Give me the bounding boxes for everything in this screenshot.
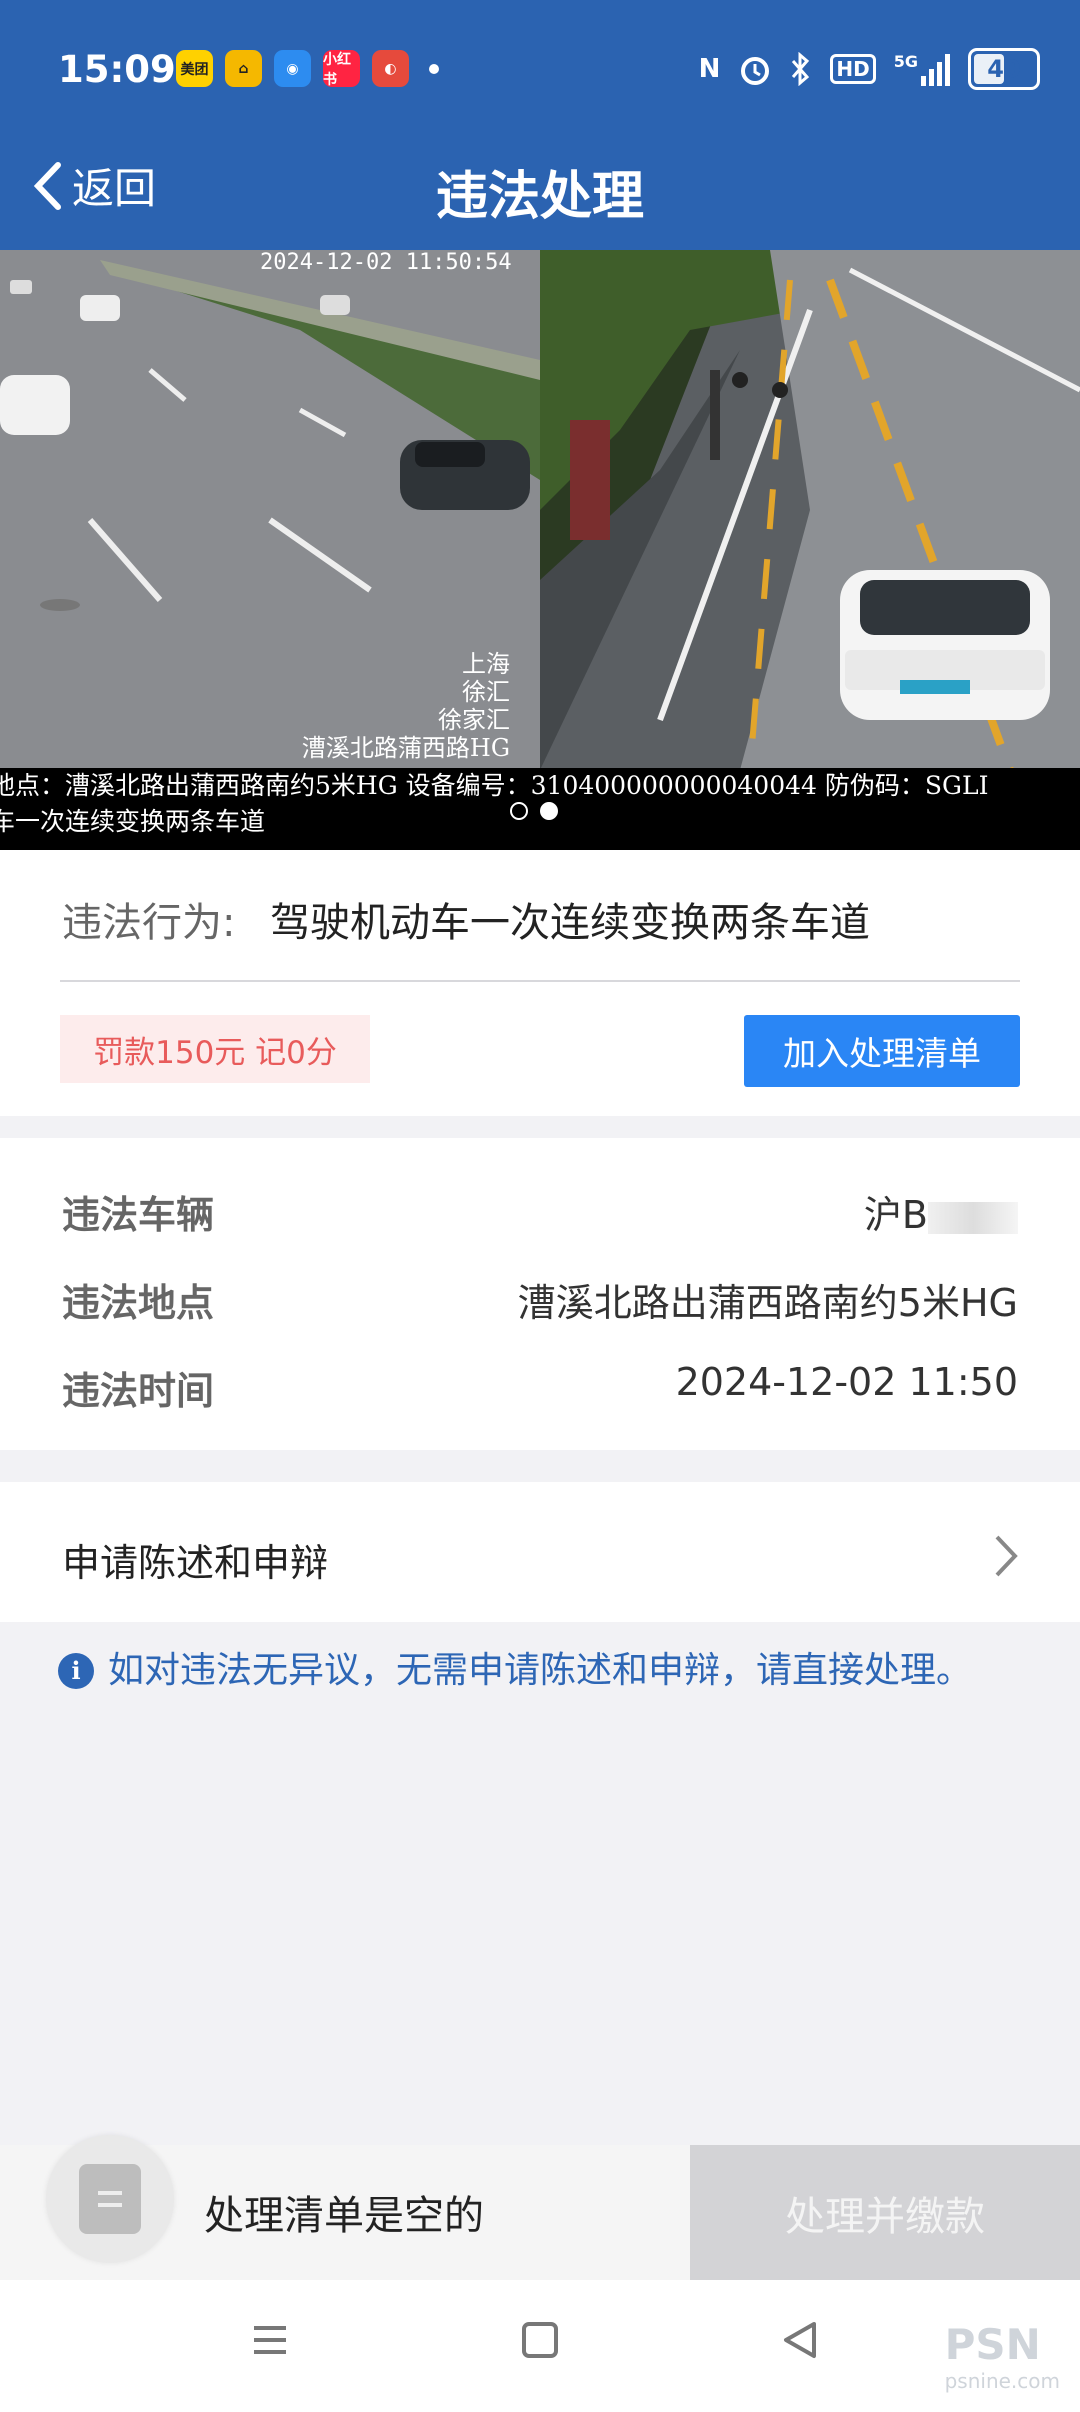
photo-location-overlay: 上海 徐汇 徐家汇 漕溪北路蒲西路HG	[301, 650, 510, 762]
appeal-row[interactable]: 申请陈述和申辩	[0, 1482, 1080, 1622]
psn-watermark: PSN psnine.com	[944, 2320, 1060, 2393]
notice-text: 如对违法无异议，无需申请陈述和申辩，请直接处理。	[108, 1650, 973, 1691]
violation-card: 违法行为: 驾驶机动车一次连续变换两条车道 罚款150元 记0分 加入处理清单	[0, 850, 1080, 1116]
fine-badge: 罚款150元 记0分	[60, 1015, 370, 1083]
pager-dot-active[interactable]	[540, 802, 558, 820]
pager-dot[interactable]	[510, 802, 528, 820]
photo-timestamp: 2024-12-02 11:50:54	[260, 250, 512, 275]
info-notice: i 如对违法无异议，无需申请陈述和申辩，请直接处理。	[58, 1645, 998, 1697]
signal-icon: 5G	[894, 52, 950, 86]
xiaohongshu-app-icon: 小红书	[323, 50, 360, 88]
status-time: 15:09	[58, 48, 176, 91]
more-notifications-dot	[429, 63, 439, 74]
violation-value: 驾驶机动车一次连续变换两条车道	[270, 900, 870, 946]
page-title: 违法处理	[435, 167, 644, 227]
list-icon	[79, 2164, 141, 2234]
detail-key: 违法车辆	[62, 1193, 215, 1237]
didi-app-icon: ⌂	[225, 50, 262, 87]
detail-value: 2024-12-02 11:50	[675, 1360, 1018, 1404]
hd-icon: HD	[830, 54, 876, 84]
carousel-pager	[510, 802, 558, 820]
evidence-photo-left: 上海 徐汇 徐家汇 漕溪北路蒲西路HG 2024-12-02 11:50:54	[0, 250, 540, 770]
appeal-label: 申请陈述和申辩	[62, 1541, 329, 1585]
detail-key: 违法时间	[62, 1369, 215, 1413]
detail-value: 沪B	[864, 1184, 1018, 1239]
details-card: 违法车辆 沪B 违法地点 漕溪北路出蒲西路南约5米HG 违法时间 2024-12…	[0, 1138, 1080, 1450]
nfc-icon: N	[698, 54, 721, 84]
status-app-icons: 美团 ⌂ ◉ 小红书 ◐	[176, 50, 439, 88]
evidence-photo-carousel[interactable]: 上海 徐汇 徐家汇 漕溪北路蒲西路HG 2024-12-02 11:50:54	[0, 250, 1080, 850]
battery-level: 40	[987, 55, 1021, 83]
system-nav-bar	[0, 2280, 1080, 2412]
bluetooth-icon	[792, 52, 810, 86]
back-triangle-icon[interactable]	[780, 2320, 820, 2364]
info-icon: i	[58, 1653, 94, 1689]
evidence-photo-right	[540, 250, 1080, 770]
add-to-list-button[interactable]: 加入处理清单	[744, 1015, 1020, 1087]
meituan-app-icon: 美团	[176, 50, 213, 87]
battery-icon: 40	[968, 48, 1040, 90]
detail-row-vehicle: 违法车辆 沪B	[62, 1184, 1018, 1239]
detail-value: 漕溪北路出蒲西路南约5米HG	[517, 1281, 1018, 1325]
detail-key: 违法地点	[62, 1281, 215, 1325]
bottom-action-bar: 处理清单是空的 处理并缴款	[0, 2135, 1080, 2280]
divider	[60, 980, 1020, 982]
list-empty-text: 处理清单是空的	[204, 2193, 484, 2239]
menu-icon[interactable]	[250, 2320, 290, 2364]
list-cart-button[interactable]	[46, 2135, 174, 2263]
plate-redaction	[928, 1201, 1018, 1234]
detail-row-time: 违法时间 2024-12-02 11:50	[62, 1360, 1018, 1415]
ctrip-app-icon: ◉	[274, 50, 311, 87]
chevron-right-icon	[992, 1532, 1020, 1591]
violation-label: 违法行为:	[62, 900, 236, 946]
process-and-pay-button[interactable]: 处理并缴款	[690, 2145, 1080, 2280]
detail-row-location: 违法地点 漕溪北路出蒲西路南约5米HG	[62, 1272, 1018, 1327]
status-indicators: N HD 5G 40	[699, 48, 1040, 90]
alarm-icon	[741, 57, 770, 85]
baidu-app-icon: ◐	[372, 50, 409, 87]
top-bar: 15:09 美团 ⌂ ◉ 小红书 ◐ N HD 5G 40 返回 违法处理	[0, 0, 1080, 250]
home-icon[interactable]	[520, 2320, 560, 2364]
